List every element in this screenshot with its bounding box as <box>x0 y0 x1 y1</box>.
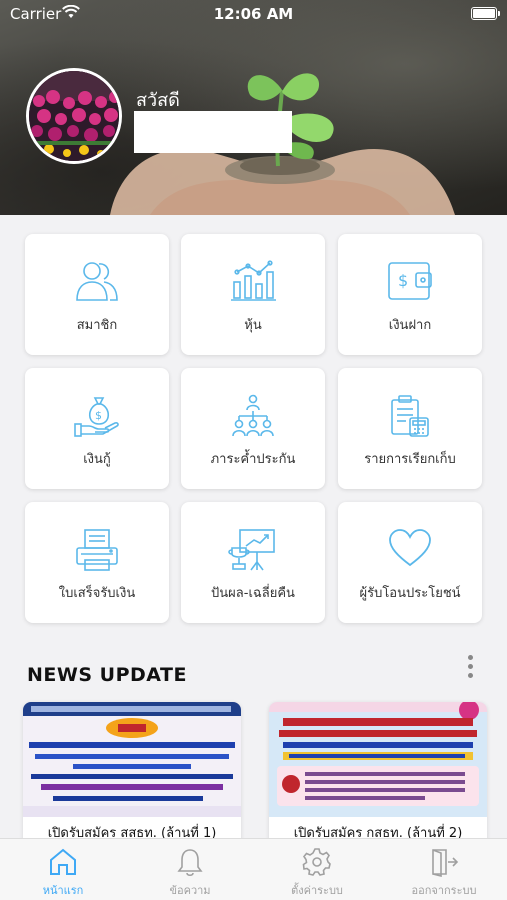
news-thumbnail-1 <box>23 702 241 817</box>
tab-home[interactable]: หน้าแรก <box>0 839 126 900</box>
home-icon <box>50 848 76 875</box>
menu-receipt-label: ใบเสร็จรับเงิน <box>58 586 136 601</box>
printer-icon <box>76 529 118 571</box>
gear-icon <box>302 848 331 876</box>
money-bag-hand-icon: $ <box>74 397 119 437</box>
menu-deposits-button[interactable]: $ เงินฝาก <box>338 234 482 355</box>
people-network-icon <box>232 394 274 437</box>
svg-text:$: $ <box>398 271 408 290</box>
trophy-presentation-icon <box>228 529 275 571</box>
menu-receipt-button[interactable]: ใบเสร็จรับเงิน <box>25 502 169 623</box>
bar-chart-icon <box>231 260 276 301</box>
menu-members-button[interactable]: สมาชิก <box>25 234 169 355</box>
members-icon <box>76 262 118 301</box>
menu-members-label: สมาชิก <box>76 318 118 333</box>
news-section-title: NEWS UPDATE <box>27 664 187 686</box>
more-options-icon[interactable] <box>465 655 475 681</box>
menu-loans-button[interactable]: $ เงินกู้ <box>25 368 169 489</box>
flower-photo <box>29 71 119 161</box>
menu-loans-label: เงินกู้ <box>83 452 111 467</box>
news-card-1[interactable]: เปิดรับสมัคร สสธท. (ล้านที่ 1) <box>23 702 241 847</box>
menu-beneficiary-button[interactable]: ผู้รับโอนประโยชน์ <box>338 502 482 623</box>
news-thumbnail-2 <box>269 702 487 817</box>
bell-icon <box>177 849 203 877</box>
document-calculator-icon <box>391 395 429 437</box>
menu-dividend-label: ปันผล-เฉลี่ยคืน <box>211 586 295 601</box>
tab-messages-label: ข้อความ <box>169 884 211 897</box>
menu-shares-label: หุ้น <box>244 318 262 333</box>
menu-guarantee-label: ภาระค้ำประกัน <box>210 452 296 467</box>
logout-icon <box>432 849 459 877</box>
status-bar: Carrier 12:06 AM <box>0 0 507 28</box>
menu-guarantee-button[interactable]: ภาระค้ำประกัน <box>181 368 325 489</box>
status-time: 12:06 AM <box>213 5 294 23</box>
tab-settings[interactable]: ตั้งค่าระบบ <box>254 839 380 900</box>
greeting-text: สวัสดี <box>136 90 180 111</box>
tab-settings-label: ตั้งค่าระบบ <box>291 884 343 897</box>
tab-logout-label: ออกจากระบบ <box>411 884 477 897</box>
news-card-2[interactable]: เปิดรับสมัคร กสธท. (ล้านที่ 2) <box>269 702 487 847</box>
menu-billing-button[interactable]: รายการเรียกเก็บ <box>338 368 482 489</box>
battery-icon <box>471 7 500 20</box>
svg-text:$: $ <box>95 409 102 422</box>
tab-home-label: หน้าแรก <box>42 884 84 897</box>
user-name-box <box>134 111 292 153</box>
tab-logout[interactable]: ออกจากระบบ <box>381 839 507 900</box>
wallet-icon: $ <box>388 262 432 300</box>
menu-dividend-button[interactable]: ปันผล-เฉลี่ยคืน <box>181 502 325 623</box>
heart-icon <box>389 529 431 567</box>
tab-messages[interactable]: ข้อความ <box>127 839 253 900</box>
avatar[interactable] <box>26 68 122 164</box>
bottom-tab-bar: หน้าแรก ข้อความ ตั้งค่าระบบ ออกจากระบบ <box>0 838 507 900</box>
menu-shares-button[interactable]: หุ้น <box>181 234 325 355</box>
menu-billing-label: รายการเรียกเก็บ <box>364 452 456 467</box>
menu-deposits-label: เงินฝาก <box>388 318 432 333</box>
menu-beneficiary-label: ผู้รับโอนประโยชน์ <box>359 586 461 601</box>
